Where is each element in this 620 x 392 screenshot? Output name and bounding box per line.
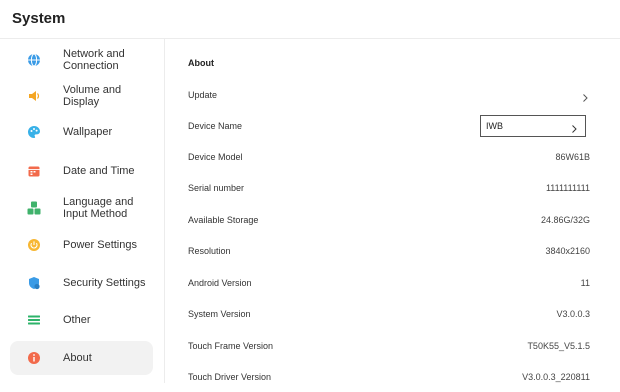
sidebar-item-wallpaper[interactable]: Wallpaper	[10, 115, 153, 149]
list-icon	[27, 313, 41, 327]
sidebar-item-volume[interactable]: Volume and Display	[10, 79, 153, 113]
touch-driver-version-row: Touch Driver Version V3.0.0.3_220811	[176, 361, 604, 392]
touch-frame-version-row: Touch Frame Version T50K55_V5.1.5	[176, 330, 604, 361]
update-row[interactable]: Update	[176, 79, 604, 110]
device-name-field[interactable]: IWB	[480, 114, 586, 137]
info-icon	[27, 351, 41, 365]
device-model-row: Device Model 86W61B	[176, 141, 604, 172]
row-value: 1111111111	[545, 182, 590, 193]
resolution-row: Resolution 3840x2160	[176, 235, 604, 266]
sidebar-item-label: Date and Time	[63, 165, 135, 177]
panel-divider	[164, 39, 165, 383]
sidebar-item-language[interactable]: Language and Input Method	[10, 191, 153, 225]
chevron-right-icon	[569, 121, 579, 133]
android-version-row: Android Version 11	[176, 267, 604, 298]
row-value: V3.0.0.3_220811	[522, 371, 590, 382]
globe-icon	[27, 53, 41, 67]
calendar-icon	[27, 164, 41, 178]
sidebar-item-label: Network and Connection	[63, 48, 125, 72]
sidebar-item-label: Security Settings	[63, 277, 146, 289]
row-value: 86W61B	[555, 151, 590, 162]
row-value: T50K55_V5.1.5	[527, 340, 590, 351]
sidebar-item-label: Other	[63, 314, 91, 326]
row-label: Resolution	[188, 245, 231, 256]
system-version-row: System Version V3.0.0.3	[176, 298, 604, 329]
row-label: Touch Frame Version	[188, 340, 274, 351]
page-title: System	[12, 10, 66, 27]
sidebar-item-about[interactable]: About	[10, 341, 153, 375]
sidebar-item-label: About	[63, 352, 92, 364]
section-title: About	[188, 58, 214, 68]
sidebar-item-power[interactable]: Power Settings	[10, 228, 153, 262]
settings-sidebar: Network and Connection Volume and Displa…	[0, 39, 164, 383]
sidebar-item-label: Language and Input Method	[63, 196, 134, 220]
row-label: Touch Driver Version	[188, 371, 272, 382]
sidebar-item-network[interactable]: Network and Connection	[10, 43, 153, 77]
sidebar-item-label: Wallpaper	[63, 126, 113, 138]
sidebar-item-date-time[interactable]: Date and Time	[10, 154, 153, 188]
row-label: Device Name	[188, 120, 243, 131]
device-name-row: Device Name IWB	[176, 110, 604, 141]
chevron-right-icon	[580, 90, 590, 102]
row-label: Android Version	[188, 277, 252, 288]
speaker-icon	[27, 89, 41, 103]
available-storage-row: Available Storage 24.86G/32G	[176, 204, 604, 235]
row-value: 11	[580, 277, 590, 288]
about-panel: About Update Device Name IWB Device Mode…	[176, 39, 604, 383]
row-label: System Version	[188, 308, 251, 319]
row-value: V3.0.0.3	[556, 308, 590, 319]
shield-icon	[27, 276, 41, 290]
row-label: Serial number	[188, 182, 245, 193]
row-value: 3840x2160	[545, 245, 590, 256]
power-icon	[27, 238, 41, 252]
sidebar-item-other[interactable]: Other	[10, 303, 153, 337]
sidebar-item-label: Power Settings	[63, 239, 137, 251]
palette-icon	[27, 125, 41, 139]
sidebar-item-label: Volume and Display	[63, 84, 122, 108]
row-label: Update	[188, 89, 218, 100]
sidebar-item-security[interactable]: Security Settings	[10, 266, 153, 300]
row-value: 24.86G/32G	[540, 214, 590, 225]
grid-icon	[27, 201, 41, 215]
row-label: Device Model	[188, 151, 243, 162]
device-name-value: IWB	[486, 120, 503, 131]
row-label: Available Storage	[188, 214, 259, 225]
serial-number-row: Serial number 1111111111	[176, 172, 604, 203]
